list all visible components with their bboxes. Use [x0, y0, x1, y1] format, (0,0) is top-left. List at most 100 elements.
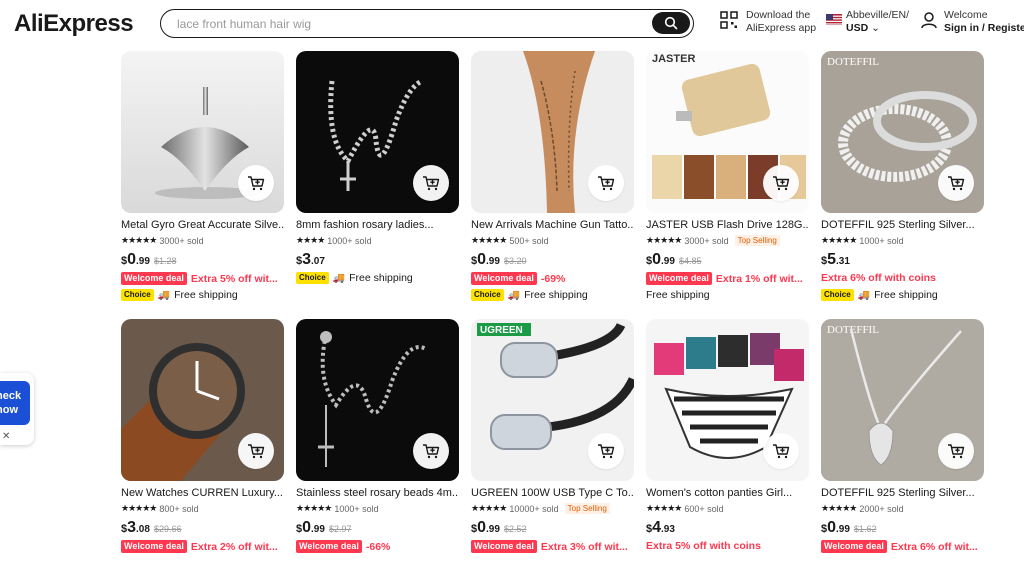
product-card[interactable]: New Arrivals Machine Gun Tatto... ★★★★★ 50… [471, 51, 634, 311]
product-title[interactable]: DOTEFFIL 925 Sterling Silver... [821, 487, 984, 499]
search-button[interactable] [652, 12, 690, 34]
product-card[interactable]: UGREEN UGREEN 100W USB Type C To... ★★★★★ 1… [471, 319, 634, 579]
product-image[interactable] [121, 51, 284, 213]
add-to-cart-button[interactable] [938, 165, 974, 201]
product-price: $3.08 $29.66 [121, 519, 181, 537]
product-image[interactable] [296, 319, 459, 481]
sold-count: 10000+ sold [509, 503, 559, 514]
product-card[interactable]: JASTER JASTER USB Flash Drive 128G... ★★★★… [646, 51, 809, 311]
deal-line: Welcome deal -69% [471, 272, 565, 285]
add-to-cart-icon [948, 176, 965, 191]
product-card[interactable]: Stainless steel rosary beads 4m... ★★★★★ 1… [296, 319, 459, 579]
rating-stars-icon: ★★★★★ [821, 503, 857, 513]
search-input[interactable] [177, 15, 637, 33]
product-card[interactable]: DOTEFFIL DOTEFFIL 925 Sterling Silver... ★… [821, 51, 984, 311]
product-price: $0.99 $4.85 [646, 251, 701, 269]
check-now-button[interactable]: hecknow [0, 381, 30, 425]
product-image[interactable]: UGREEN [471, 319, 634, 481]
product-title[interactable]: Women's cotton panties Girl... [646, 487, 809, 499]
product-title[interactable]: Stainless steel rosary beads 4m... [296, 487, 459, 499]
deal-text: -69% [540, 272, 566, 285]
price-integer: 0 [827, 519, 837, 536]
user-icon [921, 12, 937, 29]
add-to-cart-button[interactable] [238, 165, 274, 201]
location-language: Abbeville/EN/ [846, 9, 910, 21]
product-price: $0.99 $3.20 [471, 251, 526, 269]
floating-promo-widget[interactable]: hecknow ✕ [0, 373, 34, 445]
sold-count: 800+ sold [159, 503, 199, 514]
aliexpress-logo[interactable]: AliExpress [14, 10, 134, 38]
product-image[interactable] [296, 51, 459, 213]
free-shipping-text: Free shipping [646, 289, 710, 301]
product-title[interactable]: 8mm fashion rosary ladies... [296, 219, 459, 231]
svg-text:JASTER: JASTER [652, 53, 695, 65]
product-title[interactable]: UGREEN 100W USB Type C To... [471, 487, 634, 499]
add-to-cart-button[interactable] [413, 433, 449, 469]
product-image[interactable]: DOTEFFIL [821, 51, 984, 213]
product-image[interactable] [471, 51, 634, 213]
welcome-text: Welcome [944, 9, 988, 21]
svg-text:DOTEFFIL: DOTEFFIL [827, 56, 879, 68]
welcome-deal-badge: Welcome deal [646, 272, 712, 285]
add-to-cart-button[interactable] [238, 433, 274, 469]
product-title[interactable]: JASTER USB Flash Drive 128G... [646, 219, 809, 231]
currency-label: USD [846, 22, 869, 34]
product-image[interactable]: JASTER [646, 51, 809, 213]
product-image[interactable] [646, 319, 809, 481]
price-integer: 3 [127, 519, 137, 536]
search-bar [160, 9, 694, 38]
product-card[interactable]: Women's cotton panties Girl... ★★★★★ 600+ … [646, 319, 809, 579]
product-price: $3.07 [296, 251, 325, 269]
add-to-cart-button[interactable] [413, 165, 449, 201]
product-card[interactable]: DOTEFFIL DOTEFFIL 925 Sterling Silver... ★… [821, 319, 984, 579]
sold-count: 2000+ sold [859, 503, 904, 514]
price-decimal: .99 [486, 256, 500, 267]
top-selling-badge: Top Selling [734, 235, 780, 246]
free-shipping-text: Free shipping [524, 289, 588, 301]
product-card[interactable]: Metal Gyro Great Accurate Silve... ★★★★★ 3… [121, 51, 284, 311]
price-decimal: .07 [311, 256, 325, 267]
chevron-down-icon: ⌄ [871, 22, 880, 34]
product-price: $0.99 $2.97 [296, 519, 351, 537]
add-to-cart-button[interactable] [588, 433, 624, 469]
welcome-deal-badge: Welcome deal [471, 272, 537, 285]
original-price: $1.28 [153, 256, 177, 266]
product-title[interactable]: DOTEFFIL 925 Sterling Silver... [821, 219, 984, 231]
product-card[interactable]: New Watches CURREN Luxury... ★★★★★ 800+ so… [121, 319, 284, 579]
add-to-cart-icon [248, 176, 265, 191]
rating-stars-icon: ★★★★★ [646, 235, 682, 245]
product-image[interactable] [121, 319, 284, 481]
truck-icon: 🚚 [857, 289, 871, 301]
add-to-cart-button[interactable] [588, 165, 624, 201]
sold-count: 3000+ sold [684, 235, 729, 246]
product-image[interactable]: DOTEFFIL [821, 319, 984, 481]
add-to-cart-button[interactable] [938, 433, 974, 469]
product-rating: ★★★★★ 800+ sold [121, 503, 199, 514]
price-decimal: .99 [136, 256, 150, 267]
deal-line: Welcome deal Extra 1% off wit... [646, 272, 803, 285]
welcome-deal-badge: Welcome deal [296, 540, 362, 553]
sold-count: 1000+ sold [327, 235, 372, 246]
add-to-cart-button[interactable] [763, 165, 799, 201]
rating-stars-icon: ★★★★★ [646, 503, 682, 513]
add-to-cart-button[interactable] [763, 433, 799, 469]
sold-count: 1000+ sold [859, 235, 904, 246]
price-integer: 4 [652, 519, 662, 536]
product-rating: ★★★★★ 1000+ sold [821, 235, 904, 246]
product-price: $0.99 $1.28 [121, 251, 176, 269]
sign-in-register-link[interactable]: Sign in / Register [944, 22, 1024, 34]
rating-stars-icon: ★★★★★ [471, 503, 507, 513]
search-icon [664, 16, 678, 30]
sold-count: 600+ sold [684, 503, 724, 514]
product-title[interactable]: New Arrivals Machine Gun Tatto... [471, 219, 634, 231]
product-title[interactable]: New Watches CURREN Luxury... [121, 487, 284, 499]
price-decimal: .93 [661, 524, 675, 535]
choice-badge: Choice [296, 272, 329, 284]
product-title[interactable]: Metal Gyro Great Accurate Silve... [121, 219, 284, 231]
price-decimal: .99 [661, 256, 675, 267]
truck-icon: 🚚 [507, 289, 521, 301]
close-icon[interactable]: ✕ [2, 431, 10, 442]
sold-count: 500+ sold [509, 235, 549, 246]
product-card[interactable]: 8mm fashion rosary ladies... ★★★★ 1000+ so… [296, 51, 459, 311]
top-selling-badge: Top Selling [564, 503, 610, 514]
